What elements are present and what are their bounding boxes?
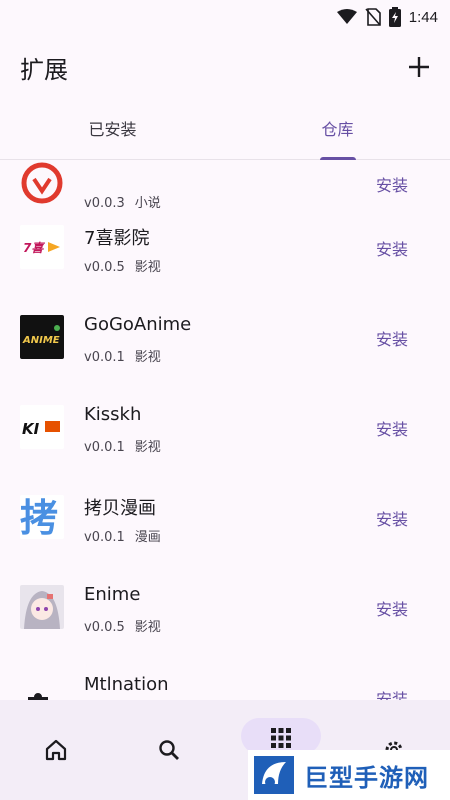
extension-name: Mtlnation [84,674,169,695]
extension-meta: v0.0.1 影视 [84,346,161,365]
top-app-bar: 扩展 [0,32,450,104]
tab-indicator [320,157,356,160]
extension-name: 7喜影院 [84,228,150,249]
extension-version: v0.0.1 [84,530,125,545]
page-title: 扩展 [20,56,68,84]
svg-text:ANIME: ANIME [22,335,60,346]
extension-category: 影视 [134,620,161,635]
enime-avatar-icon [20,585,64,629]
svg-text:KI: KI [22,420,40,438]
puzzle-icon [20,675,64,700]
watermark-text: 巨型手游网 [304,763,429,792]
add-icon[interactable] [406,54,432,80]
extension-name: Enime [84,584,141,605]
list-item: ANIME GoGoAnime v0.0.1 影视 安装 [0,292,450,382]
list-item: KI Kisskh v0.0.1 影视 安装 [0,382,450,472]
install-button[interactable]: 安装 [376,596,408,620]
extension-list[interactable]: v0.0.3 小说 安装 7喜 7喜影院 v0.0.5 影视 安装 ANIME Go… [0,160,450,700]
svg-text:拷: 拷 [20,496,58,539]
extension-name: Kisskh [84,404,142,425]
tab-bar: 已安装 仓库 [0,104,450,160]
list-item: Enime v0.0.5 影视 安装 [0,562,450,652]
extension-category: 影视 [134,260,161,275]
install-button[interactable]: 安装 [376,506,408,530]
install-button[interactable]: 安装 [376,172,408,196]
extension-version: v0.0.5 [84,260,125,275]
install-button[interactable]: 安装 [376,236,408,260]
extension-meta: v0.0.1 影视 [84,436,161,455]
red-circle-logo-icon [20,161,64,205]
svg-text:7喜: 7喜 [23,241,45,255]
install-button[interactable]: 安装 [376,686,408,700]
tab-installed[interactable]: 已安装 [0,104,225,160]
copymanga-logo-icon: 拷 [20,495,64,539]
extension-version: v0.0.1 [84,440,125,455]
tab-repository[interactable]: 仓库 [225,104,450,160]
gogoanime-logo-icon: ANIME [20,315,64,359]
grid-icon[interactable] [269,726,293,750]
extension-category: 漫画 [134,530,161,545]
extension-meta: v0.0.1 漫画 [84,526,161,545]
watermark-logo-icon [254,756,294,794]
status-bar: 1:44 [0,0,450,32]
extension-name: GoGoAnime [84,314,192,335]
kisskh-logo-icon: KI [20,405,64,449]
install-button[interactable]: 安装 [376,416,408,440]
extension-name: 拷贝漫画 [84,498,156,519]
install-button[interactable]: 安装 [376,326,408,350]
extension-version: v0.0.5 [84,620,125,635]
list-item: 7喜 7喜影院 v0.0.5 影视 安装 [0,202,450,292]
wifi-icon [336,9,357,24]
no-sim-icon [365,8,381,26]
extension-category: 影视 [134,440,161,455]
battery-charging-icon [388,7,401,27]
extension-meta: v0.0.5 影视 [84,256,161,275]
watermark: 巨型手游网 [248,750,450,800]
extension-meta: v0.0.5 影视 [84,616,161,635]
extension-category: 影视 [134,350,161,365]
extension-version: v0.0.1 [84,350,125,365]
home-icon[interactable] [44,738,68,762]
status-time: 1:44 [408,8,438,26]
list-item: 拷 拷贝漫画 v0.0.1 漫画 安装 [0,472,450,562]
search-icon[interactable] [157,738,181,762]
list-item: Mtlnation 安装 [0,652,450,700]
7xi-logo-icon: 7喜 [20,225,64,269]
